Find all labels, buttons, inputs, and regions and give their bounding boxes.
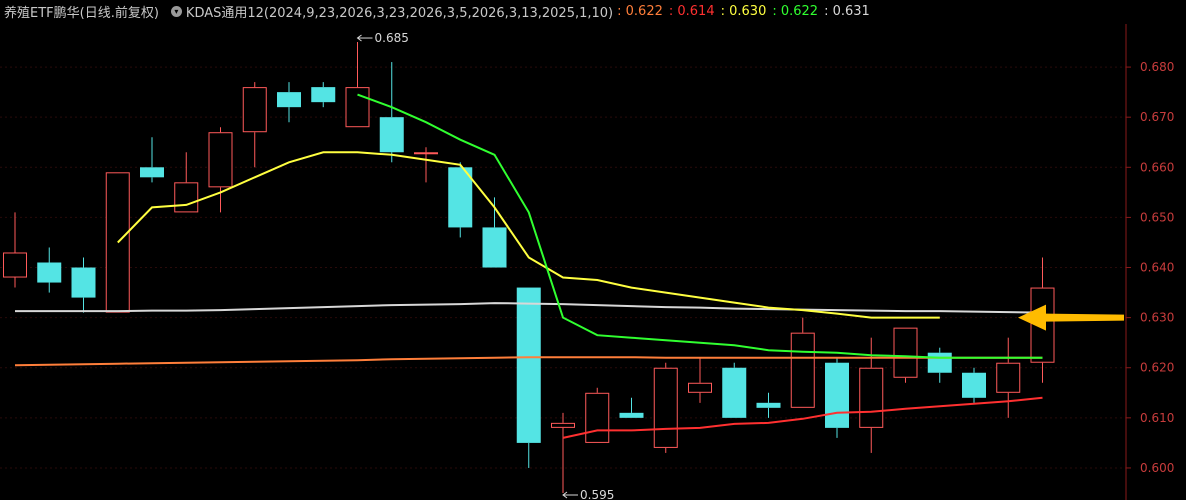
- candle-body: [688, 382, 712, 393]
- candle-body: [825, 362, 849, 428]
- candle-body: [996, 362, 1021, 393]
- candle: [722, 362, 747, 418]
- candle-body: [482, 227, 507, 268]
- candle-body: [893, 327, 918, 378]
- candle-body: [140, 167, 164, 178]
- candle-body: [927, 352, 952, 373]
- candle-body: [71, 267, 96, 298]
- candle: [311, 82, 336, 108]
- candle: [653, 362, 678, 453]
- candle-body: [105, 172, 130, 313]
- candle: [585, 387, 610, 443]
- candle: [962, 367, 986, 403]
- candle-body: [277, 92, 301, 108]
- y-tick-label: 0.600: [1140, 461, 1174, 475]
- candle: [174, 152, 199, 213]
- y-tick-label: 0.650: [1140, 210, 1174, 224]
- candle-body: [3, 252, 27, 278]
- low-price-annotation: 0.595: [562, 488, 614, 500]
- candle: [516, 287, 541, 468]
- candle: [756, 392, 781, 418]
- candle-body: [345, 87, 370, 128]
- candle: [208, 127, 233, 213]
- candle: [551, 412, 575, 494]
- candle-body: [722, 367, 747, 418]
- candle-body: [585, 392, 610, 443]
- candle-body: [551, 422, 575, 428]
- candle: [927, 347, 952, 383]
- candle: [242, 82, 267, 168]
- candle-body: [756, 402, 781, 408]
- candle: [105, 172, 130, 313]
- candle-body: [311, 87, 336, 103]
- candle-body: [379, 117, 404, 153]
- candle: [790, 317, 815, 408]
- candle: [996, 337, 1021, 418]
- annotations: 0.685 0.595: [356, 31, 1124, 500]
- candle-body: [859, 367, 884, 428]
- y-tick-label: 0.640: [1140, 261, 1174, 275]
- y-tick-label: 0.630: [1140, 311, 1174, 325]
- candle: [448, 162, 473, 238]
- candle: [37, 247, 62, 293]
- grid-lines: [0, 66, 1126, 469]
- candle-body: [619, 412, 644, 418]
- candle: [414, 147, 438, 183]
- candle-body: [516, 287, 541, 443]
- candle-body: [242, 87, 267, 133]
- svg-text:0.595: 0.595: [580, 488, 614, 500]
- candle-body: [37, 262, 62, 283]
- candle-body: [174, 182, 199, 213]
- candle-body: [208, 132, 233, 188]
- candle-body: [414, 152, 438, 155]
- candle-body: [653, 367, 678, 448]
- candle: [619, 397, 644, 418]
- candle: [3, 212, 27, 288]
- y-tick-label: 0.680: [1140, 60, 1174, 74]
- chart-window: 养殖ETF鹏华(日线.前复权) ▾ KDAS通用12(2024,9,23,202…: [0, 0, 1186, 500]
- y-tick-label: 0.620: [1140, 361, 1174, 375]
- candle: [688, 357, 712, 403]
- y-tick-label: 0.670: [1140, 110, 1174, 124]
- candle-body: [790, 332, 815, 408]
- svg-text:0.685: 0.685: [375, 31, 409, 45]
- candle-body: [962, 372, 986, 398]
- price-axis: 0.680 0.670 0.660 0.650 0.640 0.630 0.620 0.610…: [1126, 60, 1174, 475]
- high-price-annotation: 0.685: [356, 31, 409, 45]
- candle: [277, 82, 301, 123]
- candle: [140, 137, 164, 183]
- candlestick-chart[interactable]: 0.685 0.595 0.680 0.670 0.660 0.650 0.640 0.63…: [0, 0, 1186, 500]
- candle: [71, 257, 96, 313]
- candle: [379, 62, 404, 163]
- y-tick-label: 0.660: [1140, 160, 1174, 174]
- y-tick-label: 0.610: [1140, 411, 1174, 425]
- candle: [825, 357, 849, 438]
- candle: [345, 42, 370, 128]
